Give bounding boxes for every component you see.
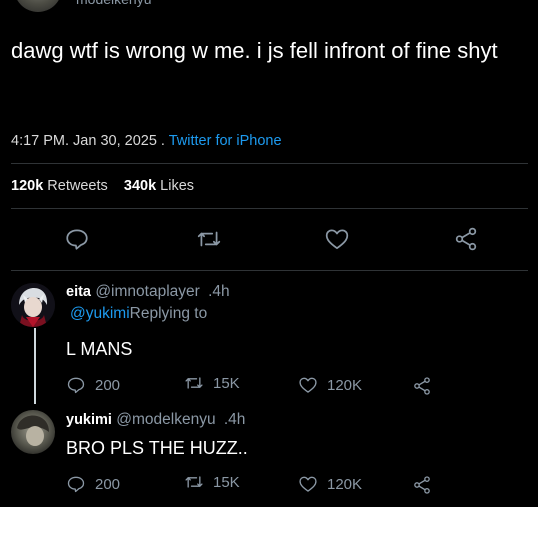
like-button[interactable] — [324, 226, 350, 252]
comment-icon — [66, 229, 88, 250]
mention-link[interactable]: @yukimi — [70, 305, 130, 322]
author-handle[interactable]: modelkenyu — [76, 0, 152, 7]
reply-share-button[interactable] — [412, 376, 441, 396]
comment-icon — [67, 377, 85, 394]
meta-separator: . — [156, 133, 169, 149]
tweet-text: dawg wtf is wrong w me. i js fell infron… — [11, 38, 498, 63]
retweets-stat[interactable]: 120k Retweets — [11, 178, 108, 194]
reply-like-count: 120K — [327, 376, 363, 394]
share-icon — [414, 377, 430, 395]
author-avatar[interactable] — [14, 0, 62, 12]
heart-icon — [325, 229, 349, 250]
share-button[interactable] — [453, 226, 479, 252]
likes-stat[interactable]: 340k Likes — [124, 178, 194, 194]
replying-to-label: Replying to — [129, 305, 208, 322]
reply-author-handle[interactable]: @imnotaplayer — [95, 283, 199, 300]
reply-time: .4h — [223, 411, 246, 428]
reply-header: yukimi @modelkenyu .4h — [66, 411, 245, 429]
tweet-stats: 120k Retweets 340k Likes — [11, 178, 194, 194]
tweet-source-link[interactable]: Twitter for iPhone — [169, 133, 282, 149]
retweets-label: Retweets — [47, 178, 108, 194]
heart-icon — [299, 476, 317, 492]
reply-retweet-button[interactable]: 15K — [184, 373, 240, 393]
retweet-icon — [185, 377, 203, 389]
tweet-meta: 4:17 PM. Jan 30, 2025 . Twitter for iPho… — [11, 133, 282, 149]
heart-icon — [299, 377, 317, 393]
reply-like-button[interactable]: 120K — [298, 474, 362, 494]
reply-author-name[interactable]: eita — [66, 284, 91, 300]
reply-avatar[interactable] — [11, 410, 55, 454]
reply-retweet-button[interactable]: 15K — [184, 472, 240, 492]
retweet-icon — [197, 231, 221, 247]
reply-comment-count: 200 — [95, 475, 121, 493]
tweet-timestamp[interactable]: 4:17 PM. Jan 30, 2025 — [11, 133, 157, 149]
avatar-image — [11, 410, 55, 454]
reply-retweet-count: 15K — [213, 473, 240, 491]
avatar-image — [11, 283, 55, 327]
reply-time: .4h — [208, 283, 230, 300]
divider — [11, 163, 528, 164]
likes-count: 340k — [123, 178, 157, 194]
divider — [11, 270, 528, 271]
reply-comment-count: 200 — [95, 376, 121, 394]
thread-connector-line — [34, 328, 36, 404]
divider — [11, 208, 528, 209]
reply-text: L MANS — [66, 339, 133, 359]
retweet-icon — [185, 476, 203, 488]
share-icon — [455, 227, 477, 251]
tweet-card: modelkenyu dawg wtf is wrong w me. i js … — [0, 0, 540, 507]
reply-header: eita @imnotaplayer .4h — [66, 283, 230, 301]
reply-text: BRO PLS THE HUZZ.. — [66, 438, 248, 458]
reply-comment-button[interactable]: 200 — [66, 474, 120, 494]
reply-share-button[interactable] — [412, 475, 441, 495]
likes-label: Likes — [160, 178, 195, 194]
retweets-count: 120k — [11, 178, 44, 194]
comment-button[interactable] — [64, 226, 90, 252]
reply-like-button[interactable]: 120K — [298, 375, 362, 395]
reply-retweet-count: 15K — [213, 374, 240, 392]
replying-to-line: @yukimiReplying to — [70, 305, 207, 323]
reply-like-count: 120K — [327, 475, 363, 493]
reply-comment-button[interactable]: 200 — [66, 375, 120, 395]
reply-author-name[interactable]: yukimi — [66, 412, 112, 428]
reply-avatar[interactable] — [11, 283, 55, 327]
share-icon — [414, 476, 430, 494]
comment-icon — [67, 476, 85, 493]
reply-author-handle[interactable]: @modelkenyu — [116, 411, 215, 428]
retweet-button[interactable] — [196, 226, 222, 252]
